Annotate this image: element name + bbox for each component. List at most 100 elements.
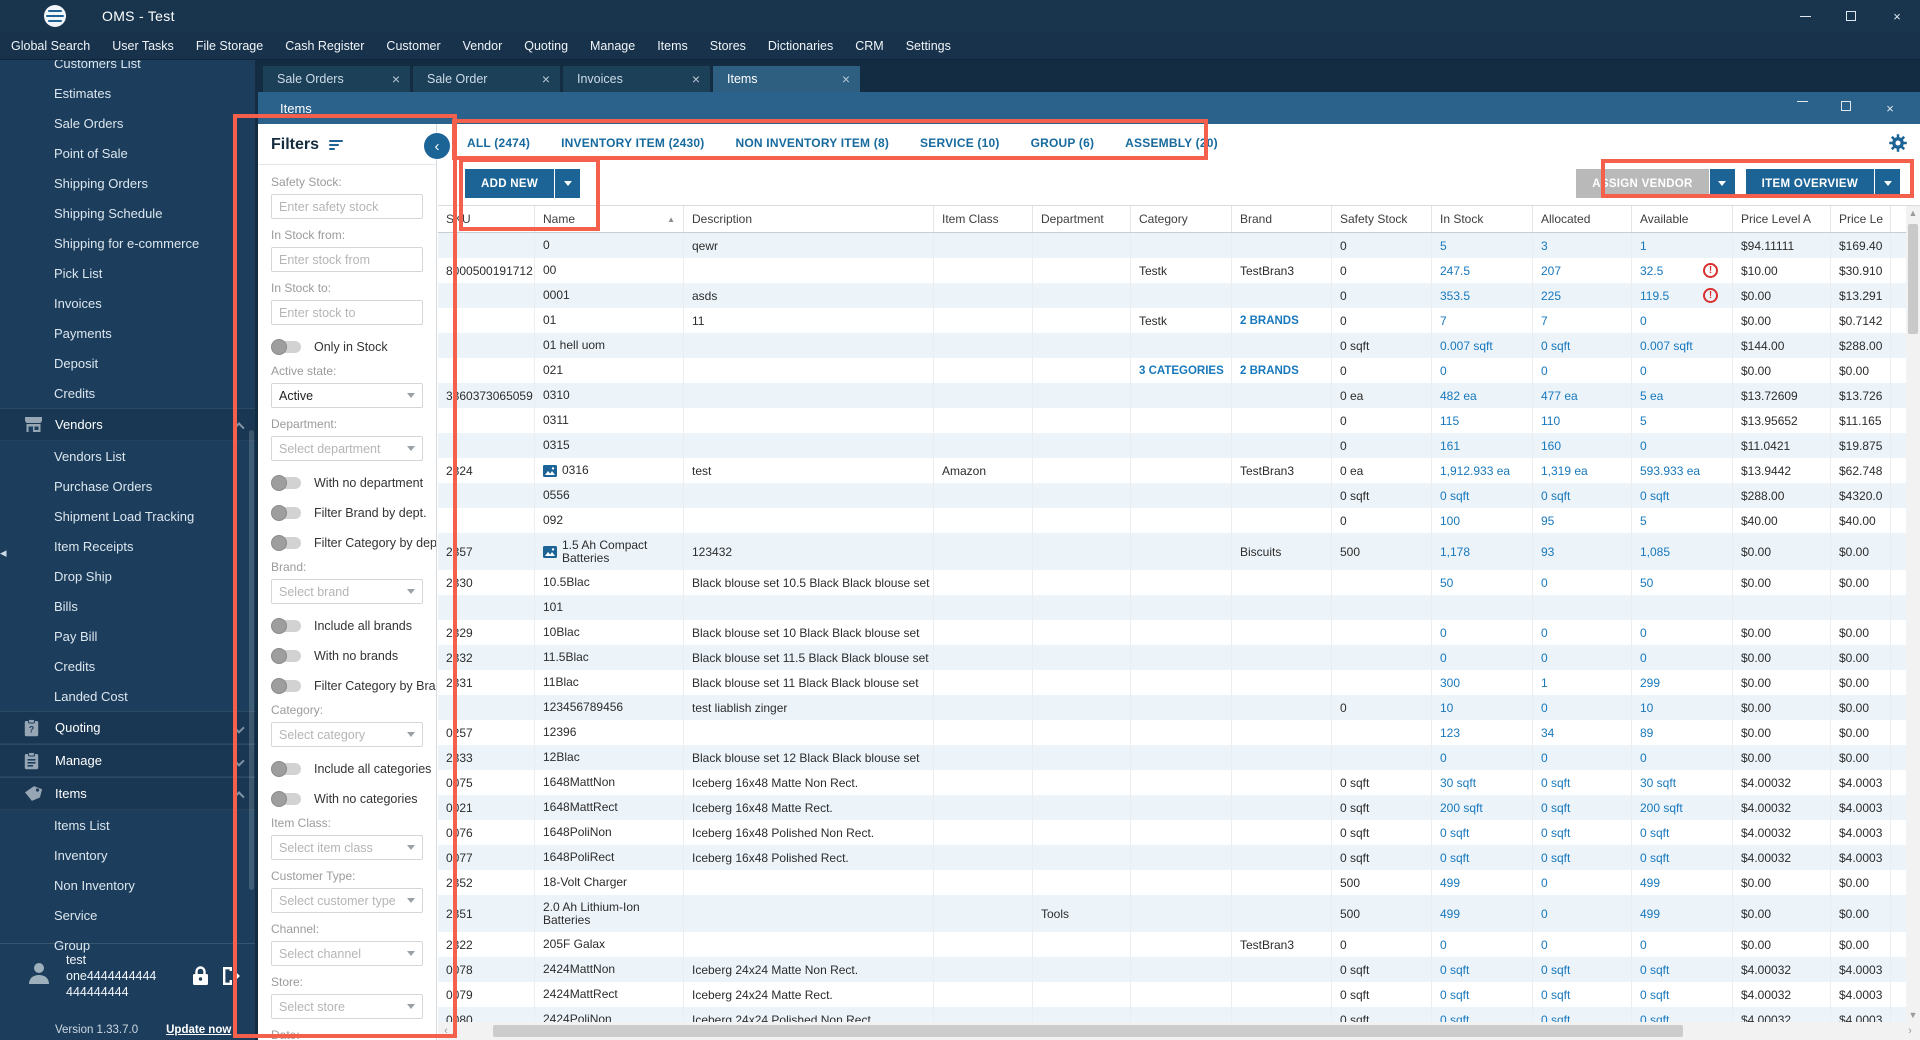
- table-row[interactable]: 2332 11.5Blac Black blouse set 11.5 Black …: [438, 645, 1906, 670]
- toggle-switch[interactable]: [271, 505, 301, 521]
- panel-minimize-icon[interactable]: [1780, 100, 1824, 102]
- in-stock-link[interactable]: 247.5: [1440, 264, 1470, 278]
- available-link[interactable]: 0: [1640, 651, 1647, 665]
- toggle-filter-category-by-dept[interactable]: Filter Category by dept.: [271, 530, 436, 556]
- select-channel[interactable]: Select channel: [271, 941, 423, 966]
- sidebar-item-landed-cost[interactable]: Landed Cost: [0, 681, 255, 711]
- table-row[interactable]: 2322 205F Galax TestBran3 0 0 0 0 $0.00 $0.00: [438, 932, 1906, 957]
- in-stock-link[interactable]: 5: [1440, 239, 1447, 253]
- in-stock-link[interactable]: 161: [1440, 439, 1460, 453]
- table-row[interactable]: 0257 12396 123 34 89 $0.00 $0.00: [438, 720, 1906, 745]
- in-stock-link[interactable]: 115: [1440, 414, 1459, 428]
- available-link[interactable]: 32.5: [1640, 264, 1663, 278]
- in-stock-link[interactable]: 0 sqft: [1440, 489, 1469, 503]
- available-link[interactable]: 0.007 sqft: [1640, 339, 1693, 353]
- in-stock-link[interactable]: 0 sqft: [1440, 826, 1469, 840]
- sidebar-item-sale-orders[interactable]: Sale Orders: [0, 108, 255, 138]
- sidebar-item-shipping-orders[interactable]: Shipping Orders: [0, 168, 255, 198]
- table-row[interactable]: 021 3 CATEGORIES 2 BRANDS 0 0 0 0 $0.00 $0.00: [438, 358, 1906, 383]
- sidebar-item-drop-ship[interactable]: Drop Ship: [0, 561, 255, 591]
- menu-item-user-tasks[interactable]: User Tasks: [101, 32, 185, 59]
- toggle-switch[interactable]: [271, 761, 301, 777]
- allocated-link[interactable]: 0: [1541, 701, 1548, 715]
- available-link[interactable]: 0 sqft: [1640, 851, 1669, 865]
- item-overview-button[interactable]: ITEM OVERVIEW: [1745, 169, 1874, 198]
- allocated-link[interactable]: 160: [1541, 439, 1561, 453]
- in-stock-link[interactable]: 499: [1440, 876, 1460, 890]
- sidebar-item-shipment-load-tracking[interactable]: Shipment Load Tracking: [0, 501, 255, 531]
- menu-item-cash-register[interactable]: Cash Register: [274, 32, 375, 59]
- allocated-link[interactable]: 0 sqft: [1541, 801, 1570, 815]
- in-stock-link[interactable]: 0: [1440, 626, 1447, 640]
- sidebar-item-non-inventory[interactable]: Non Inventory: [0, 870, 255, 900]
- table-row[interactable]: 0078 2424MattNon Iceberg 24x24 Matte Non R…: [438, 957, 1906, 982]
- select-department[interactable]: Select department: [271, 436, 423, 461]
- available-link[interactable]: 5 ea: [1640, 389, 1663, 403]
- table-row[interactable]: 01 hell uom 0 sqft 0.007 sqft 0 sqft 0.007 s…: [438, 333, 1906, 358]
- table-row[interactable]: 101: [438, 595, 1906, 620]
- allocated-link[interactable]: 7: [1541, 314, 1548, 328]
- toggle-switch[interactable]: [271, 535, 301, 551]
- close-icon[interactable]: ×: [1874, 0, 1920, 32]
- menu-item-quoting[interactable]: Quoting: [513, 32, 579, 59]
- type-tab-non[interactable]: NON INVENTORY ITEM (8): [736, 136, 890, 150]
- in-stock-link[interactable]: 0.007 sqft: [1440, 339, 1493, 353]
- tab-invoices[interactable]: Invoices ×: [563, 66, 710, 92]
- in-stock-link[interactable]: 0 sqft: [1440, 1013, 1469, 1023]
- allocated-link[interactable]: 225: [1541, 289, 1561, 303]
- column-header-item-class[interactable]: Item Class: [934, 206, 1033, 232]
- menu-item-items[interactable]: Items: [646, 32, 699, 59]
- sidebar-item-payments[interactable]: Payments: [0, 318, 255, 348]
- table-row[interactable]: 092 0 100 95 5 $40.00 $40.00: [438, 508, 1906, 533]
- menu-item-global-search[interactable]: Global Search: [0, 32, 101, 59]
- sidebar-item-vendors-list[interactable]: Vendors List: [0, 441, 255, 471]
- allocated-link[interactable]: 207: [1541, 264, 1561, 278]
- input-safety-stock[interactable]: [271, 194, 423, 219]
- toggle-switch[interactable]: [271, 618, 301, 634]
- add-new-button[interactable]: ADD NEW: [465, 169, 555, 198]
- sidebar-item-customers-list[interactable]: Customers List: [0, 60, 255, 78]
- sidebar-item-item-receipts[interactable]: Item Receipts: [0, 531, 255, 561]
- available-link[interactable]: 499: [1640, 907, 1660, 921]
- allocated-link[interactable]: 0: [1541, 626, 1548, 640]
- allocated-link[interactable]: 0: [1541, 938, 1548, 952]
- logout-icon[interactable]: [221, 966, 241, 1000]
- type-tab-service[interactable]: SERVICE (10): [920, 136, 1000, 150]
- allocated-link[interactable]: 110: [1541, 414, 1560, 428]
- allocated-link[interactable]: 93: [1541, 545, 1554, 559]
- tab-close-icon[interactable]: ×: [392, 71, 400, 87]
- type-tab-group[interactable]: GROUP (6): [1031, 136, 1095, 150]
- column-header-price-le[interactable]: Price Le: [1831, 206, 1891, 232]
- allocated-link[interactable]: 0: [1541, 751, 1548, 765]
- in-stock-link[interactable]: 0 sqft: [1440, 988, 1469, 1002]
- column-header-category[interactable]: Category: [1131, 206, 1232, 232]
- tab-close-icon[interactable]: ×: [542, 71, 550, 87]
- in-stock-link[interactable]: 353.5: [1440, 289, 1470, 303]
- available-link[interactable]: 0 sqft: [1640, 826, 1669, 840]
- sidebar-scrollbar[interactable]: [249, 430, 254, 890]
- in-stock-link[interactable]: 30 sqft: [1440, 776, 1476, 790]
- available-link[interactable]: 10: [1640, 701, 1653, 715]
- table-row[interactable]: 2330 10.5Blac Black blouse set 10.5 Black …: [438, 570, 1906, 595]
- available-link[interactable]: 50: [1640, 576, 1653, 590]
- sidebar-item-service[interactable]: Service: [0, 900, 255, 930]
- table-row[interactable]: 01 11 Testk 2 BRANDS 0 7 7 0 $0.00 $0.7142: [438, 308, 1906, 333]
- available-link[interactable]: 0 sqft: [1640, 963, 1669, 977]
- column-header-sku[interactable]: SKU: [438, 206, 535, 232]
- sidebar-item-credits[interactable]: Credits: [0, 378, 255, 408]
- toggle-filter-category-by-brand[interactable]: Filter Category by Brand: [271, 673, 436, 699]
- select-store[interactable]: Select store: [271, 994, 423, 1019]
- sidebar-item-pay-bill[interactable]: Pay Bill: [0, 621, 255, 651]
- available-link[interactable]: 0 sqft: [1640, 489, 1669, 503]
- minimize-icon[interactable]: [1782, 0, 1828, 32]
- available-link[interactable]: 1: [1640, 239, 1647, 253]
- allocated-link[interactable]: 0 sqft: [1541, 851, 1570, 865]
- sidebar-collapse-icon[interactable]: ◂: [0, 545, 7, 561]
- available-link[interactable]: 0 sqft: [1640, 1013, 1669, 1023]
- column-header-allocated[interactable]: Allocated: [1533, 206, 1632, 232]
- allocated-link[interactable]: 0: [1541, 364, 1548, 378]
- sidebar-item-bills[interactable]: Bills: [0, 591, 255, 621]
- menu-item-stores[interactable]: Stores: [699, 32, 757, 59]
- in-stock-link[interactable]: 50: [1440, 576, 1453, 590]
- allocated-link[interactable]: 0 sqft: [1541, 1013, 1570, 1023]
